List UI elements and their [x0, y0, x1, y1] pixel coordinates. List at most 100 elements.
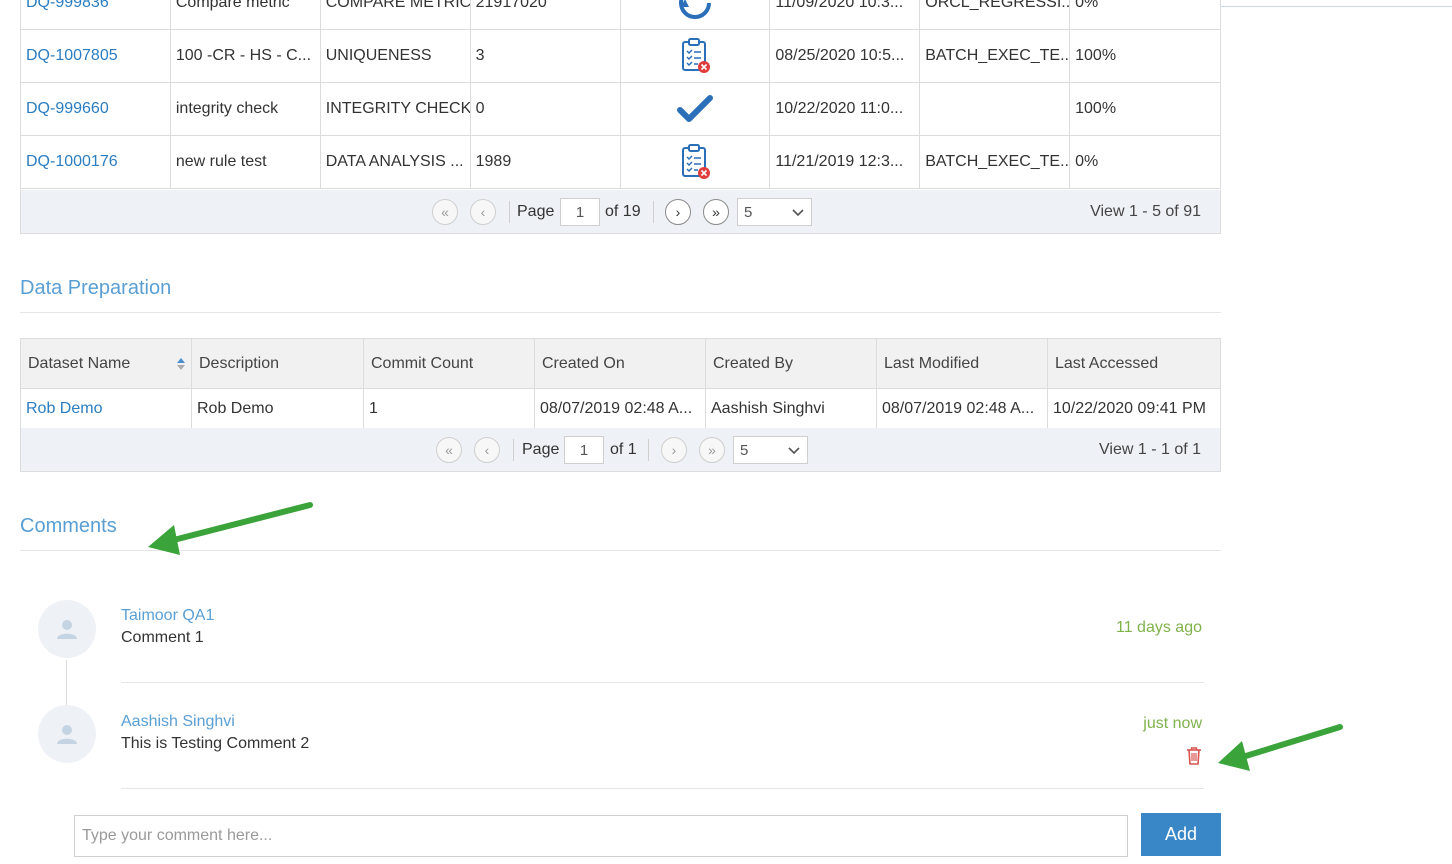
- pager-divider: [509, 201, 510, 223]
- last-accessed: 10/22/2020 09:41 PM: [1048, 389, 1221, 428]
- pager-divider: [648, 439, 649, 461]
- prev-page-button[interactable]: ‹: [470, 199, 496, 225]
- status-cell: [621, 0, 771, 29]
- score-pct: 100%: [1070, 83, 1221, 135]
- pager-divider: [653, 201, 654, 223]
- run-date: 11/09/2020 10:3...: [770, 0, 921, 29]
- rule-name: 100 -CR - HS - C...: [171, 30, 321, 82]
- column-header-last-modified[interactable]: Last Modified: [877, 339, 1048, 388]
- page-label: Page: [522, 441, 560, 458]
- page-count: of 1: [610, 441, 637, 458]
- rule-id-link[interactable]: DQ-999836: [21, 0, 171, 29]
- batch-name: BATCH_EXEC_TE...: [920, 136, 1071, 188]
- run-date: 08/25/2020 10:5...: [770, 30, 921, 82]
- rule-id-link[interactable]: DQ-1000176: [21, 136, 171, 188]
- column-header-commit-count[interactable]: Commit Count: [364, 339, 535, 388]
- status-cell: [621, 136, 771, 188]
- top-divider: [1220, 6, 1452, 7]
- comment-divider: [121, 788, 1204, 789]
- data-preparation-grid: Dataset Name Description Commit Count Cr…: [20, 338, 1221, 429]
- rule-name: new rule test: [171, 136, 321, 188]
- comment-timestamp: 11 days ago: [1116, 619, 1202, 636]
- avatar: [38, 705, 96, 763]
- rule-type: INTEGRITY CHECK: [321, 83, 471, 135]
- table-row[interactable]: DQ-1000176 new rule test DATA ANALYSIS .…: [21, 136, 1221, 189]
- user-icon: [57, 725, 77, 744]
- column-header-dataset-name[interactable]: Dataset Name: [21, 339, 192, 388]
- rule-value: 0: [471, 83, 621, 135]
- score-pct: 100%: [1070, 30, 1221, 82]
- comments-title: Comments: [20, 515, 117, 537]
- table-row[interactable]: Rob Demo Rob Demo 1 08/07/2019 02:48 A..…: [21, 389, 1221, 429]
- clipboard-error-icon[interactable]: [678, 37, 712, 75]
- table-header-row: Dataset Name Description Commit Count Cr…: [21, 339, 1221, 389]
- page-size-select[interactable]: 5: [733, 436, 808, 464]
- check-icon[interactable]: [676, 94, 713, 124]
- score-pct: 0%: [1070, 136, 1221, 188]
- run-date: 10/22/2020 11:0...: [770, 83, 921, 135]
- chevron-left-icon: ‹: [480, 204, 486, 220]
- batch-name: ORCL_REGRESSI...: [920, 0, 1071, 29]
- table-row[interactable]: DQ-999660 integrity check INTEGRITY CHEC…: [21, 83, 1221, 136]
- next-page-button[interactable]: ›: [661, 437, 687, 463]
- annotation-arrow-icon: [1218, 724, 1343, 771]
- chevron-down-icon: [788, 447, 800, 455]
- comment-timestamp: just now: [1143, 715, 1202, 732]
- rule-value: 3: [471, 30, 621, 82]
- page-size-value: 5: [740, 441, 749, 459]
- chevron-down-icon: [792, 209, 804, 217]
- comment-author-link[interactable]: Aashish Singhvi: [121, 713, 235, 731]
- avatar: [38, 600, 96, 658]
- first-page-button[interactable]: «: [436, 437, 462, 463]
- sync-icon[interactable]: [675, 0, 715, 23]
- last-page-button[interactable]: »: [699, 437, 725, 463]
- page-size-select[interactable]: 5: [737, 198, 812, 226]
- dataset-description: Rob Demo: [192, 389, 364, 428]
- double-chevron-right-icon: »: [712, 204, 720, 220]
- add-comment-button[interactable]: Add: [1141, 813, 1221, 856]
- comment-author-link[interactable]: Taimoor QA1: [121, 607, 214, 625]
- created-by: Aashish Singhvi: [706, 389, 877, 428]
- sort-icon[interactable]: [176, 357, 186, 371]
- table-row[interactable]: DQ-999836 Compare metric COMPARE METRIC …: [21, 0, 1221, 30]
- rule-name: integrity check: [171, 83, 321, 135]
- first-page-button[interactable]: «: [432, 199, 458, 225]
- comment-divider: [121, 682, 1204, 683]
- column-header-last-accessed[interactable]: Last Accessed: [1048, 339, 1221, 388]
- rule-type: COMPARE METRIC: [321, 0, 471, 29]
- rule-name: Compare metric: [171, 0, 321, 29]
- batch-name: BATCH_EXEC_TE...: [920, 30, 1071, 82]
- rule-value: 21917020: [471, 0, 621, 29]
- column-header-description[interactable]: Description: [192, 339, 364, 388]
- table-row[interactable]: DQ-1007805 100 -CR - HS - C... UNIQUENES…: [21, 30, 1221, 83]
- comment-text: Comment 1: [121, 629, 204, 646]
- page-number-input[interactable]: 1: [560, 198, 600, 226]
- last-page-button[interactable]: »: [703, 199, 729, 225]
- double-chevron-left-icon: «: [441, 204, 449, 220]
- rule-type: DATA ANALYSIS ...: [321, 136, 471, 188]
- trash-icon: [1187, 747, 1201, 765]
- rule-id-link[interactable]: DQ-999660: [21, 83, 171, 135]
- score-pct: 0%: [1070, 0, 1221, 29]
- rule-id-link[interactable]: DQ-1007805: [21, 30, 171, 82]
- prev-page-button[interactable]: ‹: [474, 437, 500, 463]
- comment-thread-line: [66, 660, 67, 705]
- section-divider: [20, 312, 1221, 313]
- column-header-created-by[interactable]: Created By: [706, 339, 877, 388]
- chevron-right-icon: ›: [675, 204, 681, 220]
- record-range: View 1 - 1 of 1: [1099, 441, 1201, 458]
- batch-name: [920, 83, 1071, 135]
- dataset-name-link[interactable]: Rob Demo: [21, 389, 192, 428]
- clipboard-error-icon[interactable]: [678, 143, 712, 181]
- pager-divider: [513, 439, 514, 461]
- data-preparation-title: Data Preparation: [20, 277, 172, 299]
- page-number-input[interactable]: 1: [564, 436, 604, 464]
- run-date: 11/21/2019 12:3...: [770, 136, 921, 188]
- next-page-button[interactable]: ›: [665, 199, 691, 225]
- commit-count: 1: [364, 389, 535, 428]
- delete-comment-button[interactable]: [1186, 746, 1202, 770]
- column-header-created-on[interactable]: Created On: [535, 339, 706, 388]
- rule-value: 1989: [471, 136, 621, 188]
- comment-input[interactable]: [74, 815, 1128, 857]
- section-divider: [20, 550, 1221, 551]
